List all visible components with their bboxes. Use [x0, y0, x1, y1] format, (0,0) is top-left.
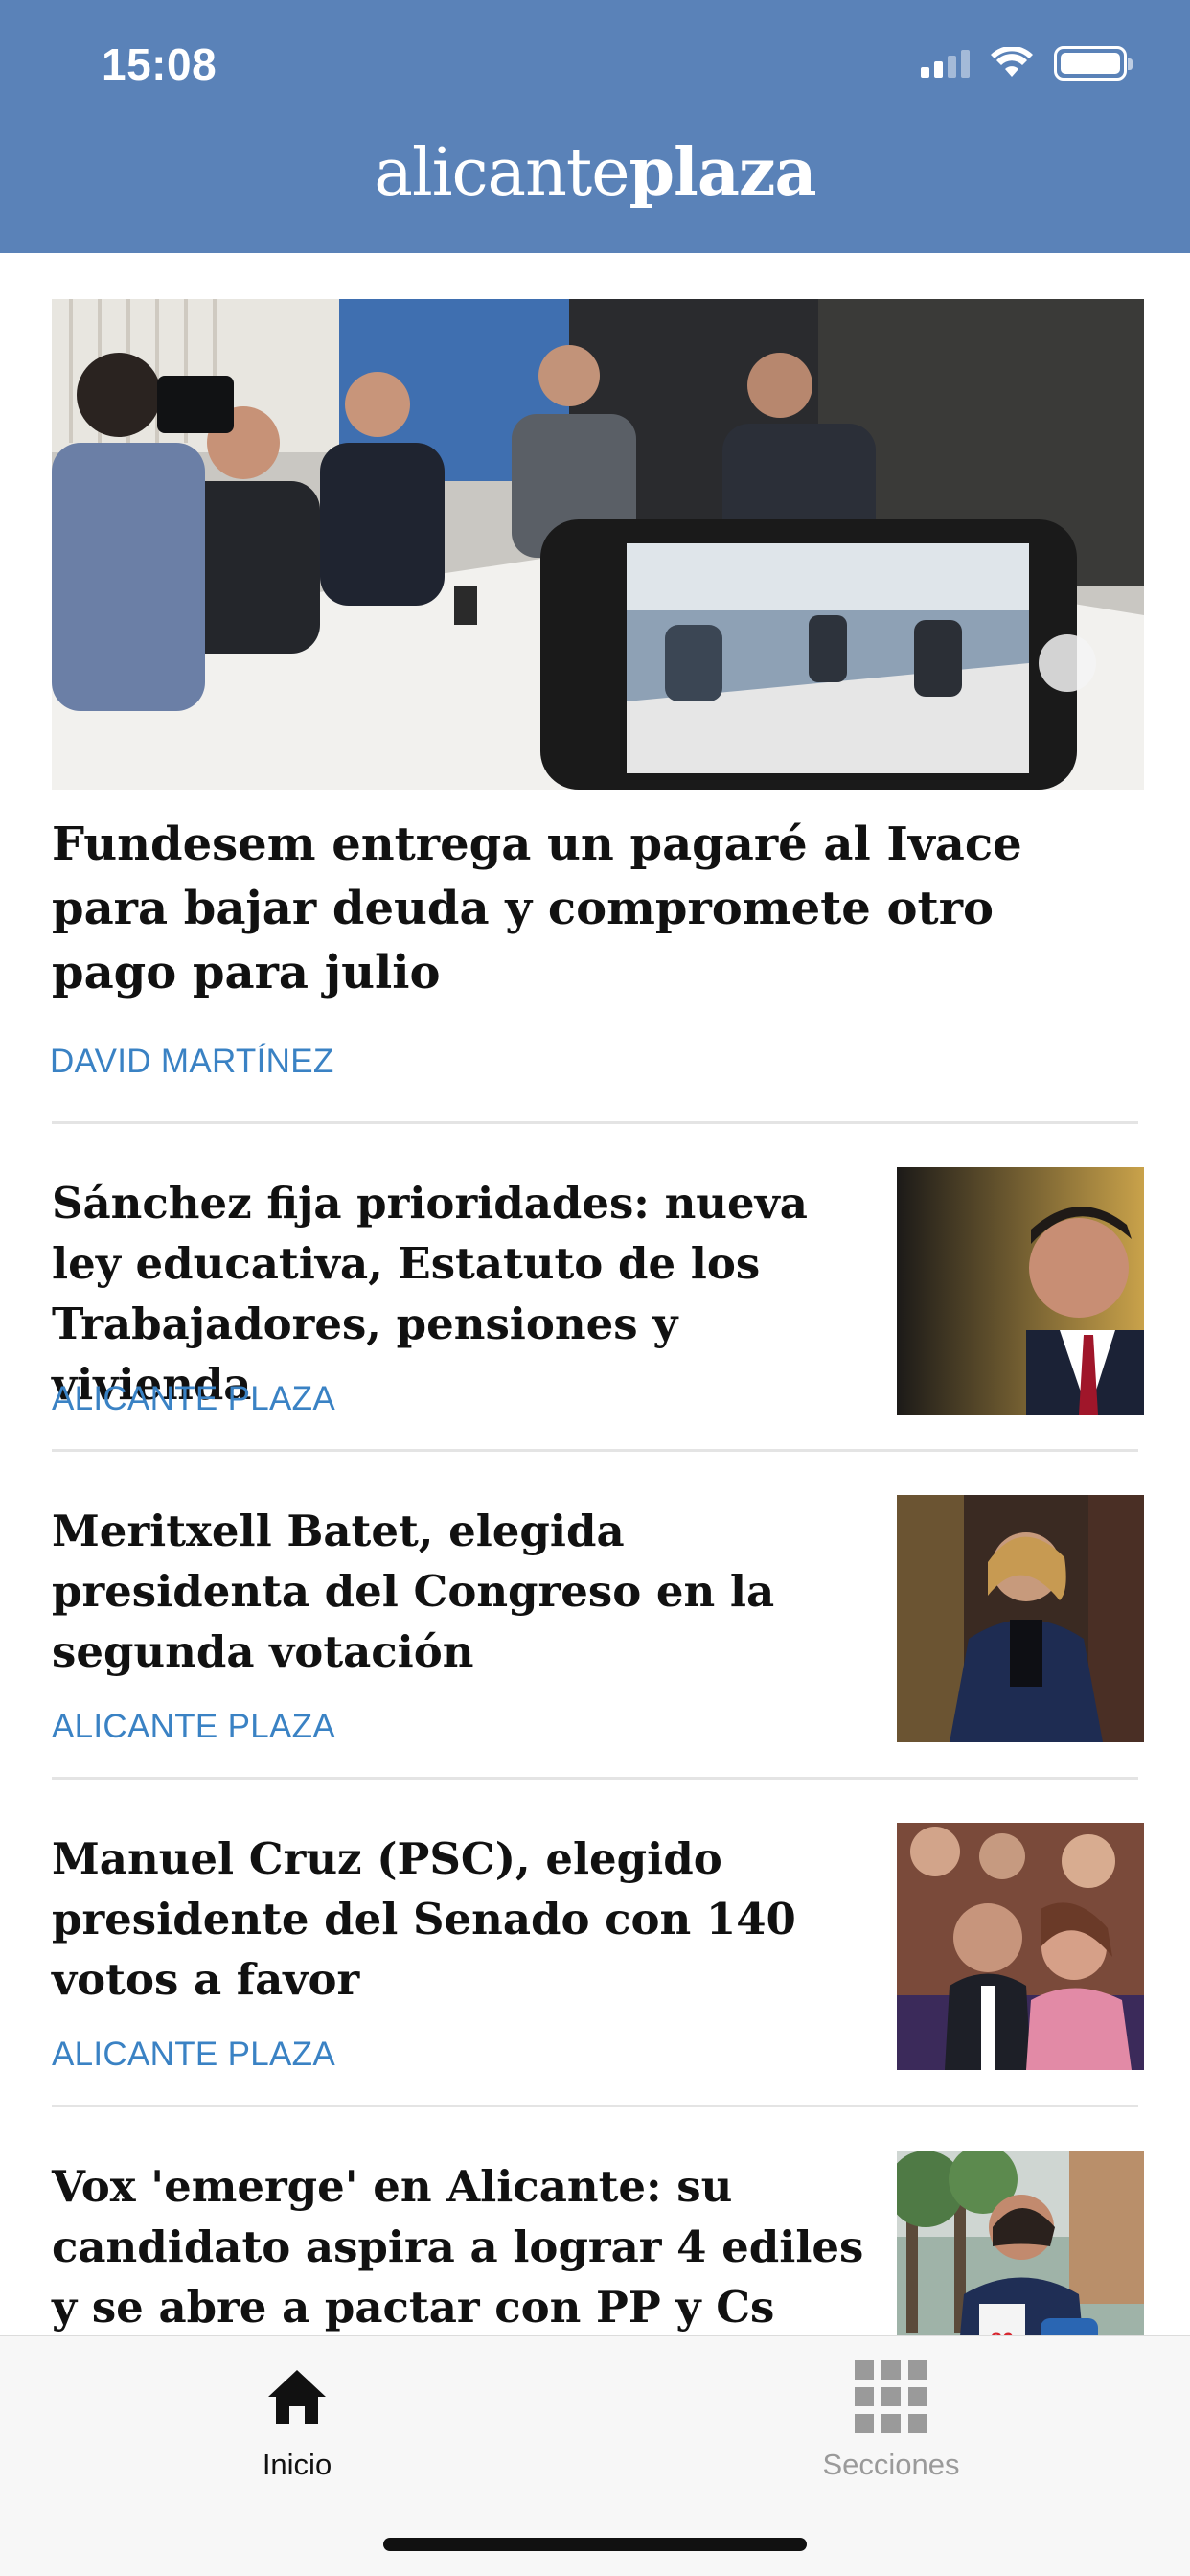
article-source[interactable]: ALICANTE PLAZA [52, 1380, 335, 1418]
hero-author[interactable]: DAVID MARTÍNEZ [50, 1043, 334, 1081]
wifi-icon [991, 47, 1033, 77]
battery-icon [1054, 46, 1133, 80]
status-time: 15:08 [102, 39, 217, 89]
divider [52, 1777, 1138, 1780]
article-source[interactable]: ALICANTE PLAZA [52, 1708, 335, 1746]
divider [52, 1449, 1138, 1452]
divider [52, 2104, 1138, 2107]
tab-label: Secciones [822, 2448, 960, 2481]
status-icons [921, 44, 1133, 82]
signal-icon [921, 49, 970, 78]
home-icon [268, 2370, 326, 2424]
tab-label: Inicio [262, 2448, 332, 2481]
article-thumbnail[interactable] [897, 1823, 1144, 2070]
article-headline[interactable]: Manuel Cruz (PSC), elegido presidente de… [52, 1828, 876, 2010]
article-headline[interactable]: Sánchez fija prioridades: nueva ley educ… [52, 1173, 876, 1414]
article-item[interactable]: Manuel Cruz (PSC), elegido presidente de… [52, 1823, 1144, 2074]
article-thumbnail[interactable]: 80 [897, 2150, 1144, 2334]
hero-headline[interactable]: Fundesem entrega un pagaré al Ivace para… [52, 813, 1125, 1005]
divider [52, 1121, 1138, 1124]
app-logo[interactable]: alicanteplaza [0, 140, 1190, 206]
news-feed[interactable]: Fundesem entrega un pagaré al Ivace para… [0, 253, 1190, 2334]
app-header: 15:08 alicanteplaza [0, 0, 1190, 253]
article-thumbnail[interactable] [897, 1167, 1144, 1414]
tab-secciones[interactable]: Secciones [747, 2358, 1035, 2482]
article-source[interactable]: ALICANTE PLAZA [52, 2036, 335, 2074]
grid-icon [855, 2360, 927, 2433]
article-headline[interactable]: Meritxell Batet, elegida presidenta del … [52, 1501, 876, 1682]
article-item[interactable]: Sánchez fija prioridades: nueva ley educ… [52, 1167, 1144, 1418]
thumb-sign-number: 80 [991, 2328, 1014, 2334]
hero-image[interactable] [52, 299, 1144, 790]
article-thumbnail[interactable] [897, 1495, 1144, 1742]
article-item[interactable]: Vox 'emerge' en Alicante: su candidato a… [52, 2150, 1144, 2334]
tab-inicio[interactable]: Inicio [153, 2358, 441, 2482]
article-item[interactable]: Meritxell Batet, elegida presidenta del … [52, 1495, 1144, 1746]
article-headline[interactable]: Vox 'emerge' en Alicante: su candidato a… [52, 2156, 876, 2334]
home-indicator[interactable] [383, 2538, 807, 2551]
